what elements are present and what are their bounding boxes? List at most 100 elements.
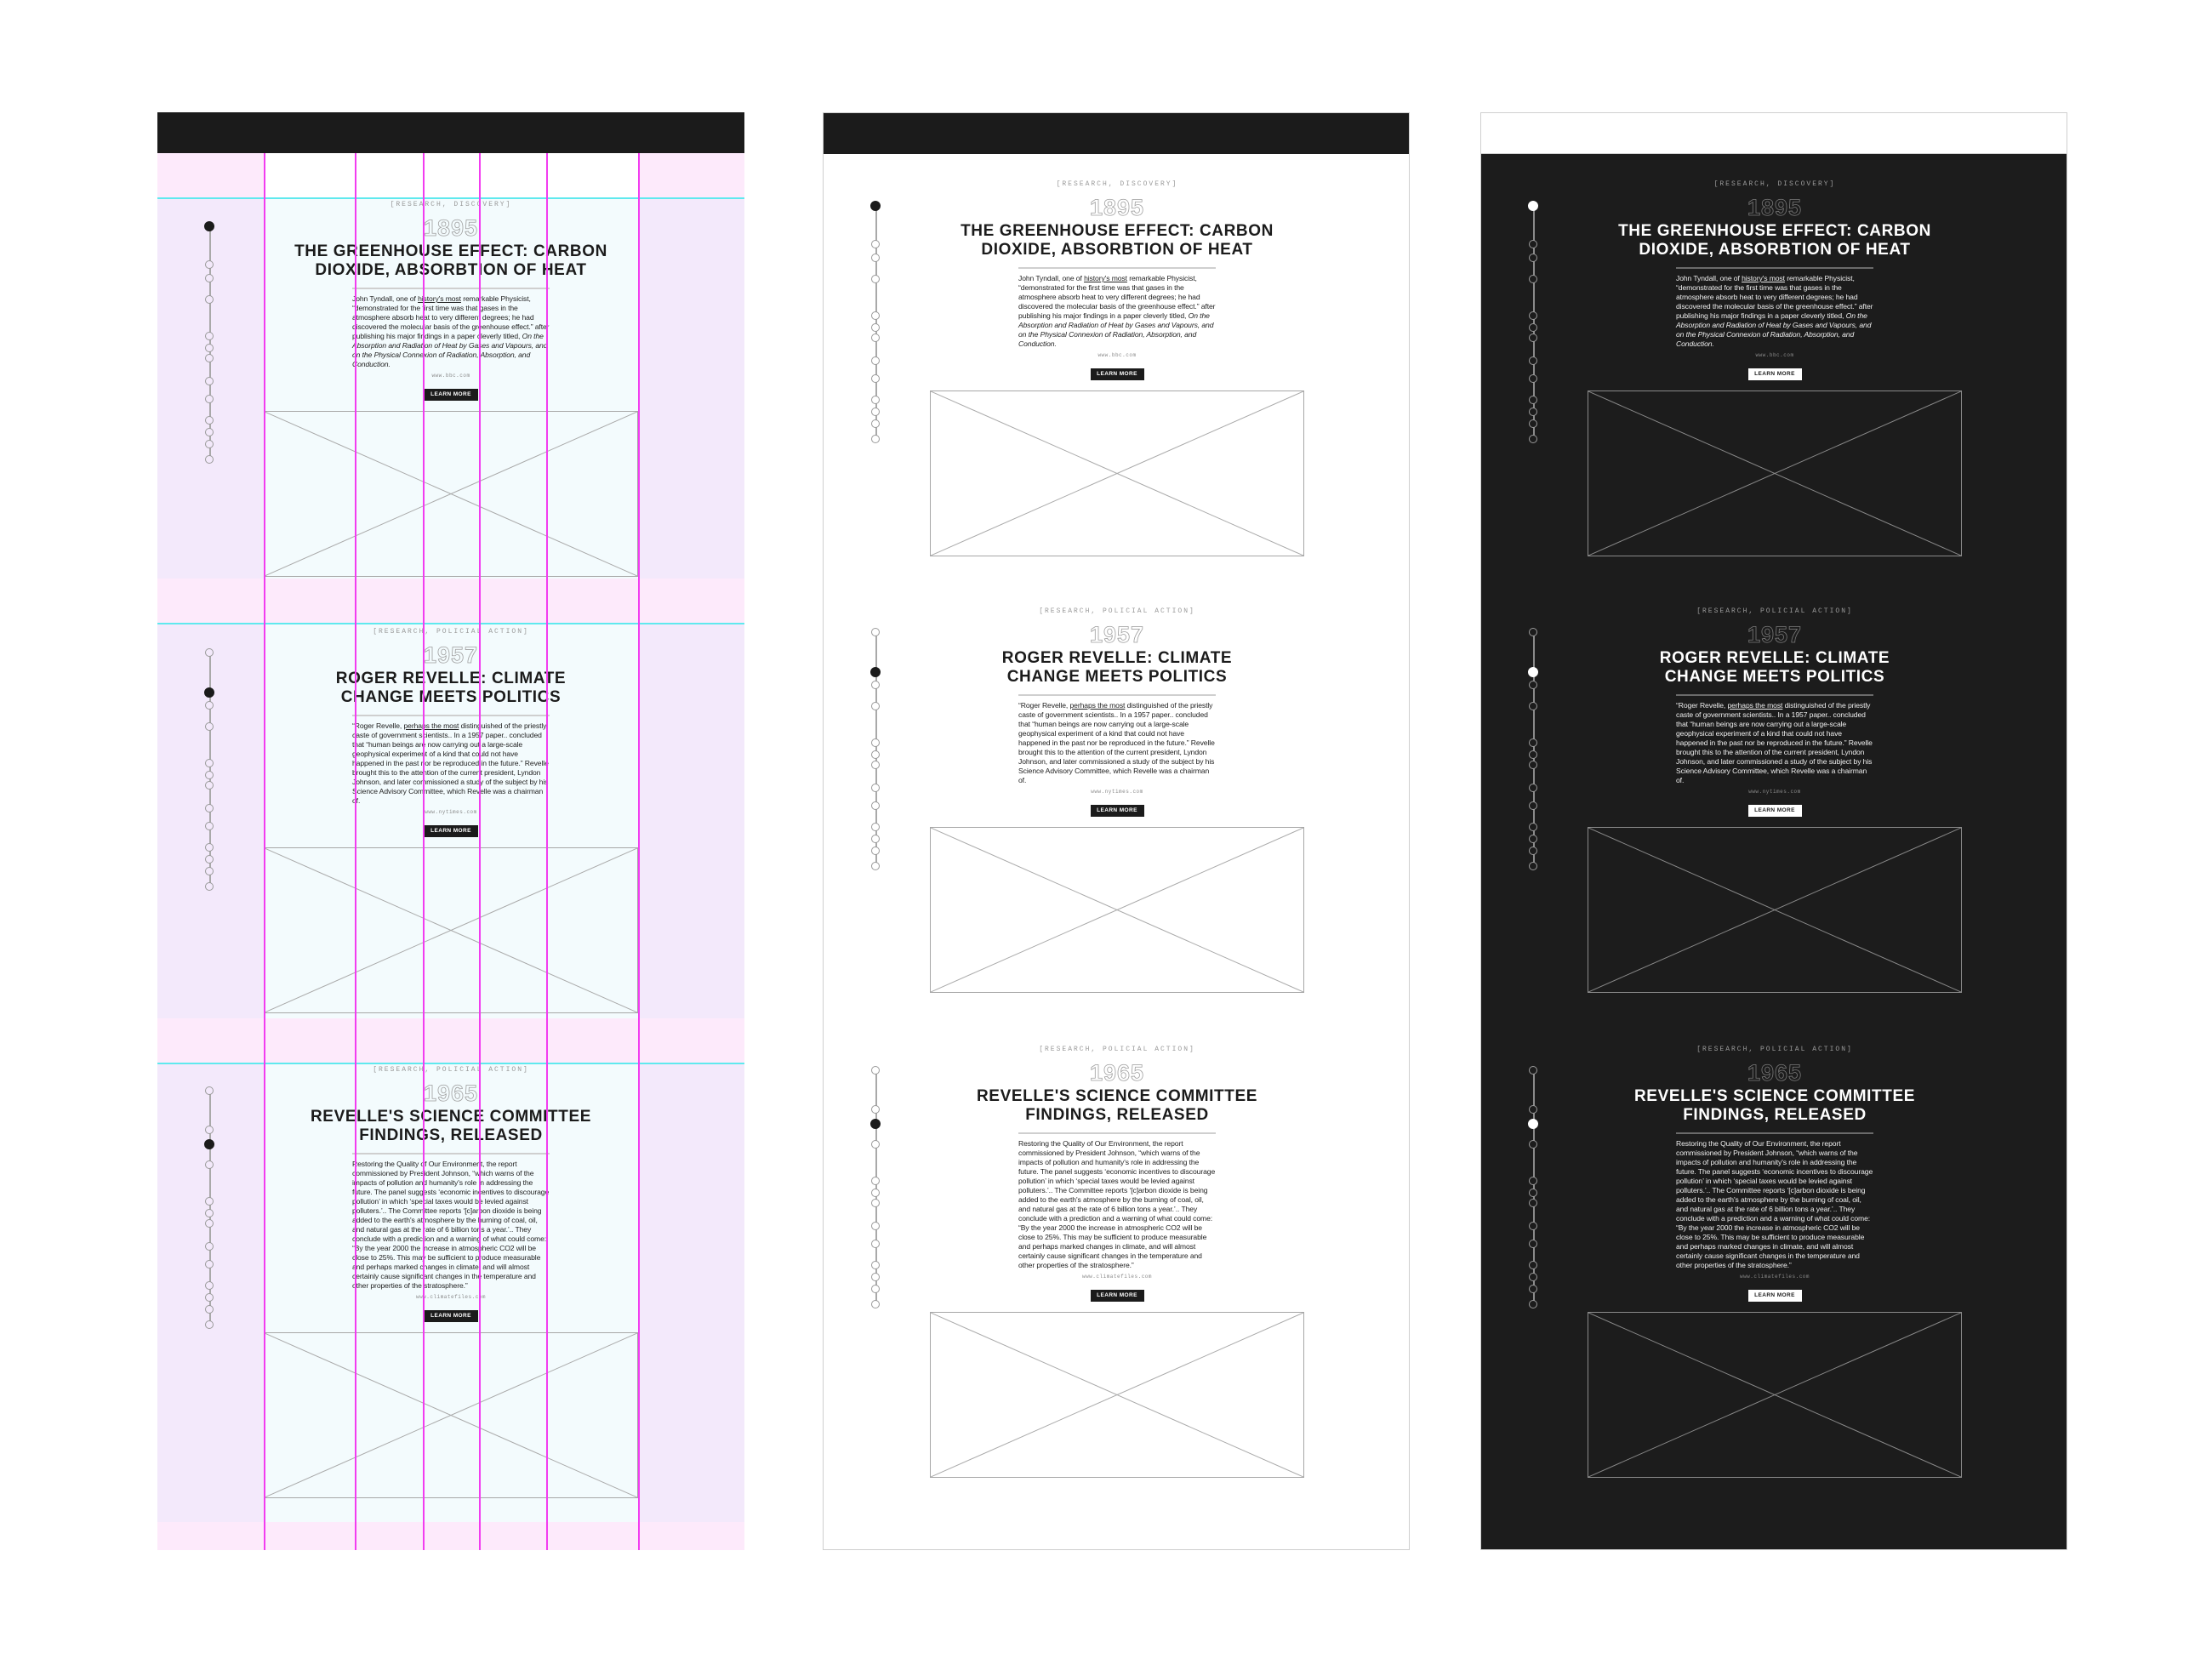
timeline-dot[interactable] — [871, 408, 880, 416]
learn-more-button[interactable]: LEARN MORE — [1090, 1290, 1144, 1302]
timeline-dot[interactable] — [1529, 628, 1537, 636]
timeline-dot[interactable] — [205, 1242, 214, 1251]
timeline-dot[interactable] — [871, 738, 880, 747]
timeline-dot[interactable] — [205, 440, 214, 448]
timeline-dot[interactable] — [1529, 1177, 1537, 1185]
timeline-dot[interactable] — [871, 1105, 880, 1114]
timeline-dot[interactable] — [871, 240, 880, 248]
timeline-dot[interactable] — [871, 275, 880, 283]
timeline-dot[interactable] — [871, 628, 880, 636]
timeline-dot[interactable] — [1529, 254, 1537, 262]
timeline-dot[interactable] — [205, 344, 214, 352]
learn-more-button[interactable]: LEARN MORE — [424, 1310, 478, 1322]
timeline-dot[interactable] — [1529, 1261, 1537, 1269]
source-link[interactable]: www.nytimes.com — [1748, 789, 1801, 795]
timeline-dot[interactable] — [205, 1305, 214, 1314]
timeline-dot[interactable] — [1529, 1240, 1537, 1248]
timeline-dot[interactable] — [1529, 1285, 1537, 1293]
timeline-dot[interactable] — [1529, 738, 1537, 747]
timeline-dot[interactable] — [1529, 1222, 1537, 1230]
timeline-dot[interactable] — [205, 260, 214, 269]
source-link[interactable]: www.bbc.com — [1097, 352, 1136, 358]
timeline-dot[interactable] — [205, 822, 214, 830]
timeline-dot[interactable] — [871, 702, 880, 710]
timeline-dot-active[interactable] — [1528, 1119, 1538, 1129]
timeline-dot[interactable] — [871, 254, 880, 262]
timeline-dot-active[interactable] — [204, 221, 214, 231]
timeline-dot[interactable] — [871, 1140, 880, 1149]
timeline-dot[interactable] — [205, 1126, 214, 1134]
timeline-dot[interactable] — [205, 377, 214, 385]
timeline-dot[interactable] — [871, 1066, 880, 1075]
timeline-dot[interactable] — [205, 867, 214, 875]
timeline-dot[interactable] — [205, 771, 214, 779]
timeline-dot[interactable] — [1529, 1189, 1537, 1197]
timeline-dot[interactable] — [1529, 1273, 1537, 1281]
timeline-dot-active[interactable] — [870, 667, 881, 677]
timeline-dot[interactable] — [1529, 862, 1537, 870]
timeline-dot[interactable] — [1529, 419, 1537, 428]
timeline-dot[interactable] — [205, 295, 214, 304]
timeline-dot[interactable] — [871, 419, 880, 428]
timeline-dot[interactable] — [871, 311, 880, 320]
timeline-dot[interactable] — [205, 1281, 214, 1290]
timeline-dot[interactable] — [205, 1320, 214, 1329]
timeline-dot[interactable] — [1529, 408, 1537, 416]
timeline-dot[interactable] — [871, 681, 880, 689]
timeline-dot[interactable] — [871, 1222, 880, 1230]
timeline-dot-active[interactable] — [1528, 667, 1538, 677]
timeline-dot[interactable] — [1529, 801, 1537, 810]
timeline-dot[interactable] — [205, 1197, 214, 1206]
timeline-dot[interactable] — [1529, 761, 1537, 769]
timeline-dot[interactable] — [205, 843, 214, 852]
timeline-dot[interactable] — [205, 395, 214, 403]
timeline-dot-active[interactable] — [204, 687, 214, 698]
timeline-dot[interactable] — [205, 332, 214, 340]
timeline-dot[interactable] — [871, 1177, 880, 1185]
timeline-dot[interactable] — [1529, 1300, 1537, 1308]
timeline-dot[interactable] — [871, 835, 880, 843]
timeline-dot[interactable] — [871, 323, 880, 332]
source-link[interactable]: www.nytimes.com — [1091, 789, 1143, 795]
timeline-dot[interactable] — [871, 847, 880, 855]
learn-more-button[interactable]: LEARN MORE — [424, 825, 478, 837]
timeline-dot[interactable] — [205, 855, 214, 864]
learn-more-button[interactable]: LEARN MORE — [1747, 368, 1802, 380]
timeline-dot-active[interactable] — [204, 1139, 214, 1149]
timeline-dot-active[interactable] — [870, 1119, 881, 1129]
timeline-dot[interactable] — [1529, 681, 1537, 689]
timeline-dot[interactable] — [871, 1273, 880, 1281]
timeline-dot[interactable] — [1529, 823, 1537, 831]
timeline-dot[interactable] — [1529, 847, 1537, 855]
timeline-dot[interactable] — [205, 701, 214, 710]
timeline-dot[interactable] — [205, 1209, 214, 1217]
timeline-dot[interactable] — [1529, 240, 1537, 248]
timeline-dot[interactable] — [205, 1293, 214, 1302]
learn-more-button[interactable]: LEARN MORE — [1747, 1290, 1802, 1302]
source-link[interactable]: www.climatefiles.com — [1082, 1274, 1152, 1280]
timeline-dot[interactable] — [1529, 1199, 1537, 1207]
timeline-dot[interactable] — [205, 1219, 214, 1228]
timeline-dot[interactable] — [1529, 835, 1537, 843]
timeline-dot[interactable] — [205, 428, 214, 436]
timeline-dot[interactable] — [871, 435, 880, 443]
timeline-dot[interactable] — [871, 1300, 880, 1308]
timeline-dot[interactable] — [205, 1086, 214, 1095]
timeline-dot[interactable] — [871, 784, 880, 792]
timeline-dot[interactable] — [1529, 1105, 1537, 1114]
timeline-dot[interactable] — [1529, 396, 1537, 404]
timeline-dot[interactable] — [871, 1189, 880, 1197]
timeline-dot-active[interactable] — [870, 201, 881, 211]
timeline-dot[interactable] — [205, 759, 214, 767]
timeline-dot[interactable] — [205, 648, 214, 657]
source-link[interactable]: www.climatefiles.com — [1740, 1274, 1810, 1280]
timeline-dot[interactable] — [205, 416, 214, 425]
timeline-dot[interactable] — [205, 882, 214, 891]
timeline-dot[interactable] — [1529, 311, 1537, 320]
timeline-dot[interactable] — [1529, 374, 1537, 383]
timeline-dot[interactable] — [871, 396, 880, 404]
timeline-dot[interactable] — [205, 1160, 214, 1169]
timeline-dot[interactable] — [871, 862, 880, 870]
timeline-dot[interactable] — [871, 374, 880, 383]
timeline-dot[interactable] — [1529, 702, 1537, 710]
